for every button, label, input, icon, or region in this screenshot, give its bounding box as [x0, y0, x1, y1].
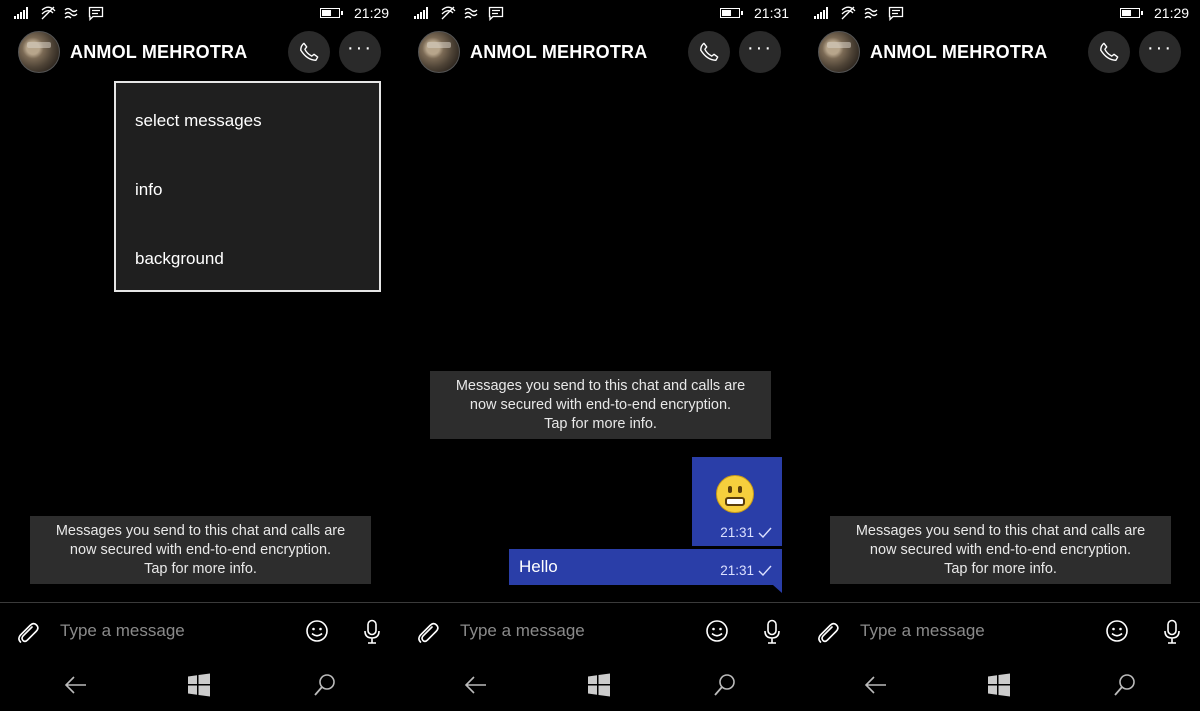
- windows-icon[interactable]: [186, 672, 212, 698]
- message-bubble-emoji[interactable]: 21:31: [692, 457, 782, 546]
- back-icon[interactable]: [63, 672, 89, 698]
- wifi-icon: [41, 6, 56, 20]
- phone-icon: [700, 42, 719, 61]
- grimacing-face-emoji: [716, 475, 754, 513]
- read-check-icon: [758, 565, 772, 576]
- message-icon: [488, 6, 504, 21]
- status-bar: 21:31: [400, 0, 800, 28]
- more-options-button[interactable]: ···: [739, 31, 781, 73]
- more-icon: ···: [747, 36, 773, 59]
- phone-icon: [1100, 42, 1119, 61]
- message-timestamp: 21:31: [720, 563, 772, 578]
- chat-screen-empty: 21:29 ANMOL MEHROTRA ··· Messages you se…: [800, 0, 1200, 711]
- more-icon: ···: [1147, 36, 1173, 59]
- more-icon: ···: [347, 36, 373, 59]
- contact-name[interactable]: ANMOL MEHROTRA: [70, 42, 247, 63]
- status-time: 21:31: [754, 5, 790, 21]
- chat-screen-messages: 21:31 ANMOL MEHROTRA ··· Messages you se…: [400, 0, 800, 711]
- encryption-notice[interactable]: Messages you send to this chat and calls…: [30, 516, 371, 584]
- status-bar: 21:29: [0, 0, 400, 28]
- attach-icon[interactable]: [16, 619, 40, 645]
- search-icon[interactable]: [1112, 672, 1138, 698]
- signal-icon: [814, 7, 828, 19]
- signal-icon: [14, 7, 28, 19]
- chat-header: ANMOL MEHROTRA ···: [0, 28, 400, 78]
- call-button[interactable]: [1088, 31, 1130, 73]
- notice-line: Tap for more info.: [544, 416, 657, 432]
- notice-line: Tap for more info.: [944, 561, 1057, 577]
- avatar[interactable]: [818, 31, 860, 73]
- message-icon: [88, 6, 104, 21]
- context-menu: select messages info background: [114, 81, 381, 292]
- wifi-icon: [441, 6, 456, 20]
- contact-name[interactable]: ANMOL MEHROTRA: [470, 42, 647, 63]
- attach-icon[interactable]: [416, 619, 440, 645]
- mic-icon[interactable]: [362, 619, 382, 645]
- menu-item-select-messages[interactable]: select messages: [135, 111, 262, 131]
- call-button[interactable]: [688, 31, 730, 73]
- status-time: 21:29: [1154, 5, 1190, 21]
- more-options-button[interactable]: ···: [339, 31, 381, 73]
- chat-header: ANMOL MEHROTRA ···: [400, 28, 800, 78]
- more-options-button[interactable]: ···: [1139, 31, 1181, 73]
- search-icon[interactable]: [712, 672, 738, 698]
- battery-icon: [1120, 8, 1143, 18]
- chat-header: ANMOL MEHROTRA ···: [800, 28, 1200, 78]
- back-icon[interactable]: [463, 672, 489, 698]
- composer-bar: Type a message: [400, 603, 800, 660]
- message-icon: [888, 6, 904, 21]
- notice-line: now secured with end-to-end encryption.: [869, 542, 1132, 558]
- chat-screen-menu-open: 21:29 ANMOL MEHROTRA ··· select messages…: [0, 0, 400, 711]
- system-nav-bar: [0, 660, 400, 711]
- wifi-icon: [841, 6, 856, 20]
- signal-icon: [414, 7, 428, 19]
- notice-line: Messages you send to this chat and calls…: [855, 523, 1146, 539]
- menu-item-background[interactable]: background: [135, 249, 224, 269]
- encryption-notice[interactable]: Messages you send to this chat and calls…: [830, 516, 1171, 584]
- read-check-icon: [758, 527, 772, 538]
- avatar[interactable]: [18, 31, 60, 73]
- mic-icon[interactable]: [1162, 619, 1182, 645]
- attach-icon[interactable]: [816, 619, 840, 645]
- nfc-icon: [464, 7, 478, 19]
- emoji-icon[interactable]: [1105, 619, 1129, 643]
- battery-icon: [720, 8, 743, 18]
- notice-line: Tap for more info.: [144, 561, 257, 577]
- nfc-icon: [864, 7, 878, 19]
- message-input[interactable]: Type a message: [60, 621, 185, 641]
- status-bar: 21:29: [800, 0, 1200, 28]
- search-icon[interactable]: [312, 672, 338, 698]
- message-input[interactable]: Type a message: [460, 621, 585, 641]
- emoji-icon[interactable]: [705, 619, 729, 643]
- windows-icon[interactable]: [586, 672, 612, 698]
- call-button[interactable]: [288, 31, 330, 73]
- notice-line: now secured with end-to-end encryption.: [69, 542, 332, 558]
- system-nav-bar: [800, 660, 1200, 711]
- mic-icon[interactable]: [762, 619, 782, 645]
- composer-bar: Type a message: [800, 603, 1200, 660]
- back-icon[interactable]: [863, 672, 889, 698]
- emoji-icon[interactable]: [305, 619, 329, 643]
- notice-line: Messages you send to this chat and calls…: [455, 378, 746, 394]
- windows-icon[interactable]: [986, 672, 1012, 698]
- message-text: Hello: [519, 557, 558, 576]
- message-input[interactable]: Type a message: [860, 621, 985, 641]
- message-timestamp: 21:31: [720, 525, 772, 540]
- system-nav-bar: [400, 660, 800, 711]
- nfc-icon: [64, 7, 78, 19]
- contact-name[interactable]: ANMOL MEHROTRA: [870, 42, 1047, 63]
- notice-line: now secured with end-to-end encryption.: [469, 397, 732, 413]
- composer-bar: Type a message: [0, 603, 400, 660]
- notice-line: Messages you send to this chat and calls…: [55, 523, 346, 539]
- avatar[interactable]: [418, 31, 460, 73]
- message-bubble-text[interactable]: Hello 21:31: [509, 549, 782, 593]
- status-time: 21:29: [354, 5, 390, 21]
- encryption-notice[interactable]: Messages you send to this chat and calls…: [430, 371, 771, 439]
- phone-icon: [300, 42, 319, 61]
- menu-item-info[interactable]: info: [135, 180, 162, 200]
- battery-icon: [320, 8, 343, 18]
